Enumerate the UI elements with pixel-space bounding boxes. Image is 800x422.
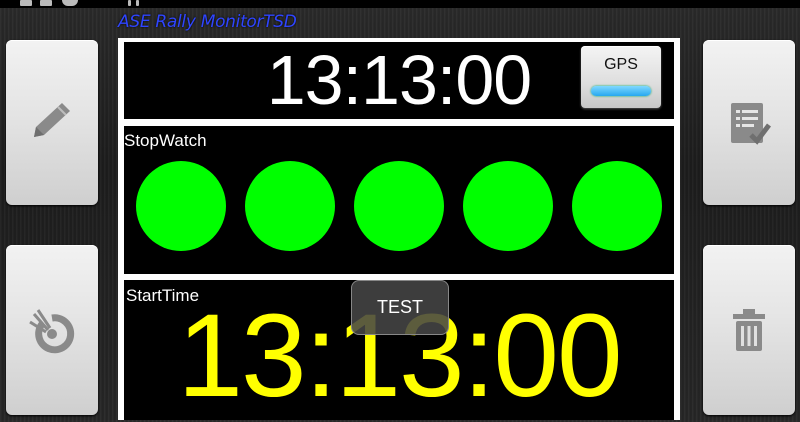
- delete-button[interactable]: [703, 245, 795, 415]
- status-icon: [136, 0, 139, 6]
- checklist-button[interactable]: [703, 40, 795, 205]
- status-icon: [62, 0, 78, 6]
- status-icon: [40, 0, 52, 6]
- status-icon: [128, 0, 131, 6]
- app-title: ASE Rally MonitorTSD: [118, 12, 297, 32]
- gps-button[interactable]: GPS: [581, 46, 661, 108]
- gps-indicator: [591, 86, 651, 96]
- reset-icon: [29, 309, 75, 354]
- stopwatch-label: StopWatch: [124, 131, 207, 150]
- trash-icon: [733, 309, 765, 351]
- checklist-icon: [731, 102, 771, 145]
- status-icon: [20, 0, 32, 6]
- stopwatch-lamp-2: [245, 161, 335, 251]
- pencil-icon: [34, 102, 70, 137]
- stopwatch-lamp-5: [572, 161, 662, 251]
- gps-label: GPS: [604, 56, 638, 73]
- stopwatch-lamp-1: [136, 161, 226, 251]
- reset-button[interactable]: [6, 245, 98, 415]
- stopwatch-lamp-3: [354, 161, 444, 251]
- stopwatch-lamp-4: [463, 161, 553, 251]
- status-bar: [0, 0, 800, 8]
- edit-button[interactable]: [6, 40, 98, 205]
- toast-message: TEST: [351, 280, 449, 335]
